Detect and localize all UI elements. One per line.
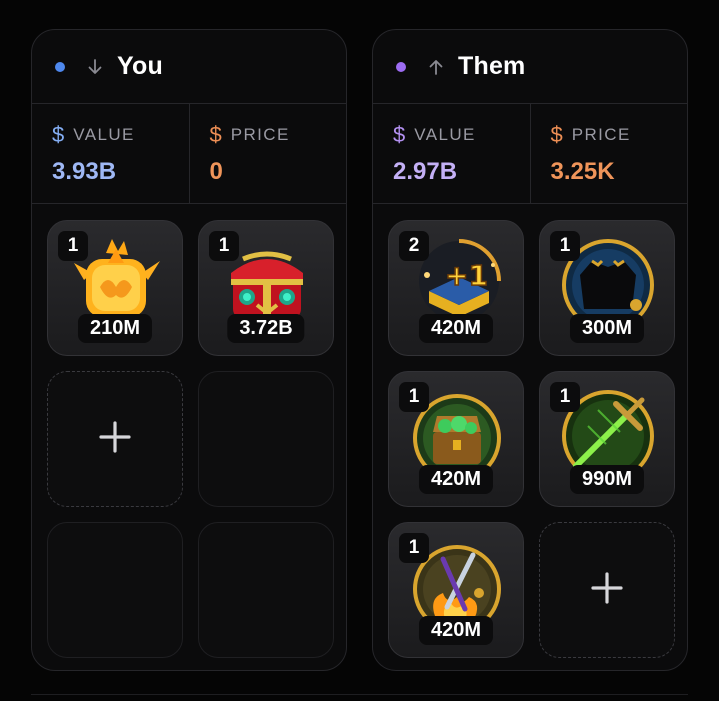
you-header: You bbox=[32, 30, 346, 104]
price-label: PRICE bbox=[230, 125, 290, 144]
divider bbox=[31, 694, 688, 695]
them-item-tile[interactable]: 1 420M bbox=[388, 371, 524, 507]
add-item-button[interactable] bbox=[539, 522, 675, 658]
item-value: 300M bbox=[569, 314, 645, 343]
item-quantity: 1 bbox=[399, 533, 429, 563]
them-title: Them bbox=[458, 52, 526, 80]
them-value-amount: 2.97B bbox=[393, 158, 458, 185]
you-value-amount: 3.93B bbox=[52, 158, 117, 185]
item-quantity: 1 bbox=[550, 382, 580, 412]
dollar-icon: $ bbox=[550, 122, 563, 147]
them-header: Them bbox=[373, 30, 687, 104]
item-quantity: 1 bbox=[550, 231, 580, 261]
them-item-tile[interactable]: 1 990M bbox=[539, 371, 675, 507]
item-value: 210M bbox=[77, 314, 153, 343]
them-panel: Them $ VALUE 2.97B $ PRICE 3.25K 2 +1 42… bbox=[372, 29, 688, 671]
you-item-tile[interactable]: 1 3.72B bbox=[198, 220, 334, 356]
svg-text:+1: +1 bbox=[445, 259, 488, 292]
arrow-up-icon bbox=[426, 57, 446, 77]
plus-icon bbox=[98, 420, 132, 459]
item-quantity: 1 bbox=[209, 231, 239, 261]
them-item-tile[interactable]: 1 420M bbox=[388, 522, 524, 658]
empty-slot bbox=[47, 522, 183, 658]
plus-icon bbox=[590, 571, 624, 610]
value-label: VALUE bbox=[73, 125, 135, 144]
value-label: VALUE bbox=[414, 125, 476, 144]
you-title: You bbox=[117, 52, 163, 80]
you-price-stat: $ PRICE 0 bbox=[188, 104, 347, 203]
empty-slot bbox=[198, 371, 334, 507]
arrow-down-icon bbox=[85, 57, 105, 77]
you-panel: You $ VALUE 3.93B $ PRICE 0 1 210M 1 3.7… bbox=[31, 29, 347, 671]
item-quantity: 1 bbox=[58, 231, 88, 261]
dollar-icon: $ bbox=[393, 122, 406, 147]
you-item-tile[interactable]: 1 210M bbox=[47, 220, 183, 356]
empty-slot bbox=[198, 522, 334, 658]
item-value: 3.72B bbox=[227, 314, 305, 343]
item-quantity: 1 bbox=[399, 382, 429, 412]
dollar-icon: $ bbox=[52, 122, 65, 147]
item-value: 420M bbox=[418, 465, 494, 494]
you-status-dot bbox=[55, 61, 65, 72]
dollar-icon: $ bbox=[209, 122, 222, 147]
add-item-button[interactable] bbox=[47, 371, 183, 507]
item-value: 420M bbox=[418, 314, 494, 343]
them-item-tile[interactable]: 2 +1 420M bbox=[388, 220, 524, 356]
them-value-stat: $ VALUE 2.97B bbox=[373, 104, 530, 203]
them-price-stat: $ PRICE 3.25K bbox=[529, 104, 688, 203]
you-price-amount: 0 bbox=[209, 158, 223, 185]
them-item-tile[interactable]: 1 300M bbox=[539, 220, 675, 356]
price-label: PRICE bbox=[571, 125, 631, 144]
them-status-dot bbox=[396, 61, 406, 72]
you-value-stat: $ VALUE 3.93B bbox=[32, 104, 189, 203]
item-quantity: 2 bbox=[399, 231, 429, 261]
them-stats: $ VALUE 2.97B $ PRICE 3.25K bbox=[373, 104, 687, 204]
you-stats: $ VALUE 3.93B $ PRICE 0 bbox=[32, 104, 346, 204]
item-value: 420M bbox=[418, 616, 494, 645]
them-price-amount: 3.25K bbox=[550, 158, 615, 185]
item-value: 990M bbox=[569, 465, 645, 494]
